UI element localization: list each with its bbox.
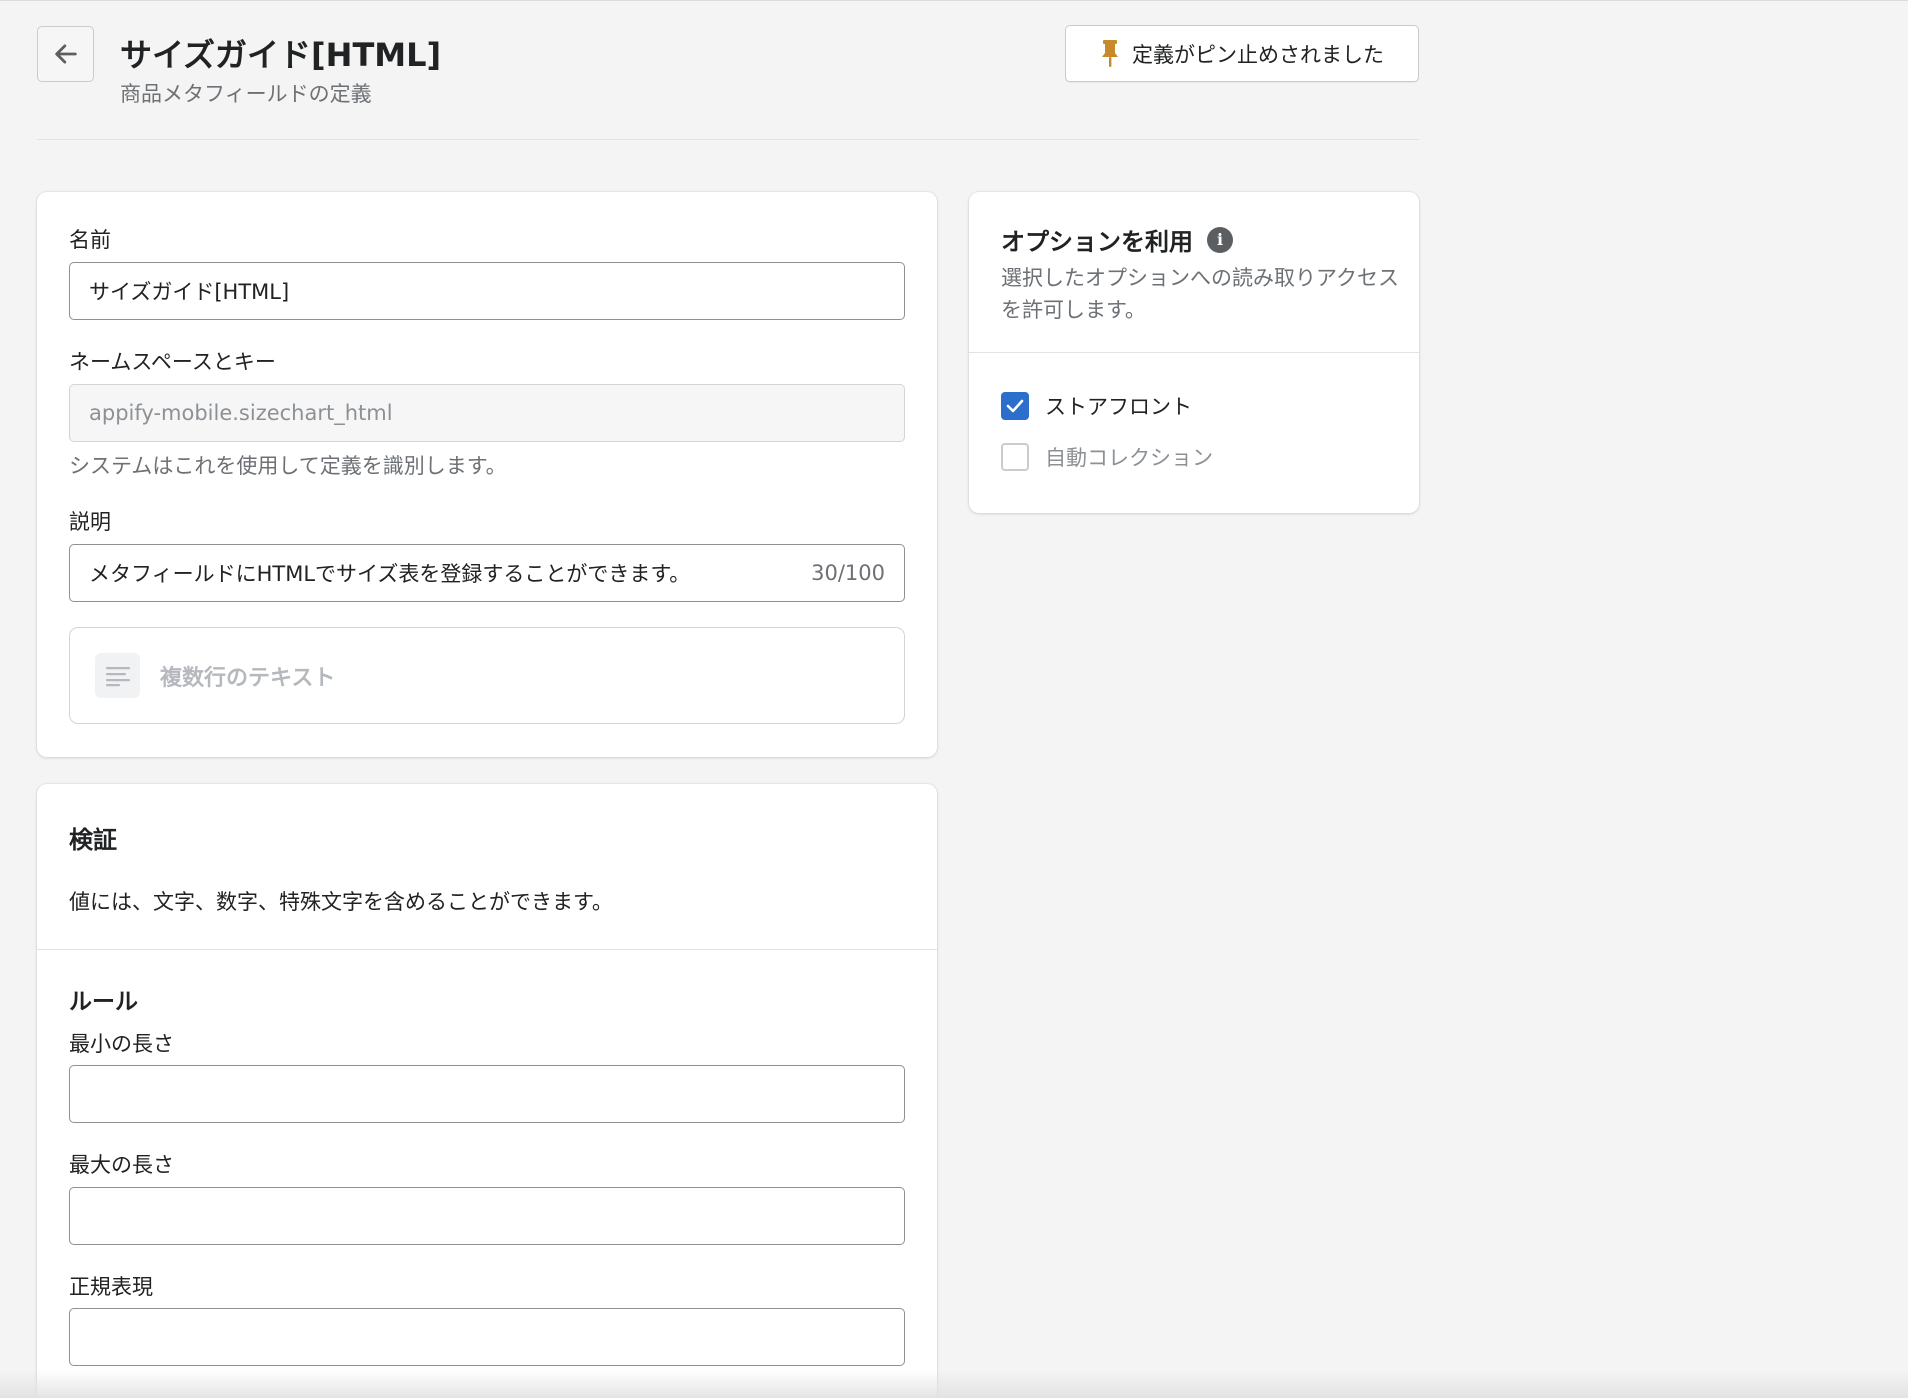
description-input-value: メタフィールドにHTMLでサイズ表を登録することができます。 [89,562,691,586]
validation-title: 検証 [69,826,117,854]
description-input[interactable]: メタフィールドにHTMLでサイズ表を登録することができます。 30/100 [69,544,905,602]
top-border [0,0,1908,1]
validation-card: 検証 値には、文字、数字、特殊文字を含めることができます。 ルール 最小の長さ … [37,784,937,1398]
page-subtitle: 商品メタフィールドの定義 [120,82,372,106]
rules-title: ルール [69,989,138,1015]
storefront-label: ストアフロント [1045,395,1192,419]
character-counter: 30/100 [811,561,885,585]
min-length-input[interactable] [69,1065,905,1123]
pin-button-label: 定義がピン止めされました [1132,42,1384,67]
namespace-label: ネームスペースとキー [69,350,276,374]
option-auto-collection: 自動コレクション [1001,442,1213,472]
validation-description: 値には、文字、数字、特殊文字を含めることができます。 [69,890,613,914]
auto-collection-label: 自動コレクション [1045,446,1213,470]
options-description: 選択したオプションへの読み取りアクセスを許可します。 [1001,266,1399,322]
validation-divider [37,949,937,950]
pinned-definition-button[interactable]: 定義がピン止めされました [1065,25,1419,82]
checkmark-icon [1006,399,1024,413]
regex-label: 正規表現 [69,1275,153,1299]
name-label: 名前 [69,228,111,252]
name-input[interactable]: サイズガイド[HTML] [69,262,905,320]
storefront-checkbox[interactable] [1001,392,1029,420]
namespace-help-text: システムはこれを使用して定義を識別します。 [69,454,507,478]
options-divider [969,352,1419,353]
bottom-fade [0,1370,1908,1398]
multiline-text-icon [95,653,140,698]
regex-input[interactable] [69,1308,905,1366]
namespace-input: appify-mobile.sizechart_html [69,384,905,442]
max-length-label: 最大の長さ [69,1153,174,1177]
namespace-input-value: appify-mobile.sizechart_html [89,401,393,425]
definition-card: 名前 サイズガイド[HTML] ネームスペースとキー appify-mobile… [37,192,937,757]
min-length-label: 最小の長さ [69,1032,174,1056]
option-storefront[interactable]: ストアフロント [1001,391,1192,421]
options-title-text: オプションを利用 [1001,228,1193,256]
description-label: 説明 [69,510,111,534]
options-card: オプションを利用 i 選択したオプションへの読み取りアクセスを許可します。 スト… [969,192,1419,513]
content-type-box: 複数行のテキスト [69,627,905,724]
arrow-left-icon [54,44,77,64]
content-type-label: 複数行のテキスト [160,665,336,691]
auto-collection-checkbox [1001,443,1029,471]
back-button[interactable] [37,26,94,82]
name-input-value: サイズガイド[HTML] [89,280,290,304]
page-title: サイズガイド[HTML] [120,36,442,74]
header-divider [37,139,1419,140]
pin-icon [1102,39,1118,67]
info-icon[interactable]: i [1207,226,1233,253]
max-length-input[interactable] [69,1187,905,1245]
options-title: オプションを利用 i [1001,222,1233,257]
